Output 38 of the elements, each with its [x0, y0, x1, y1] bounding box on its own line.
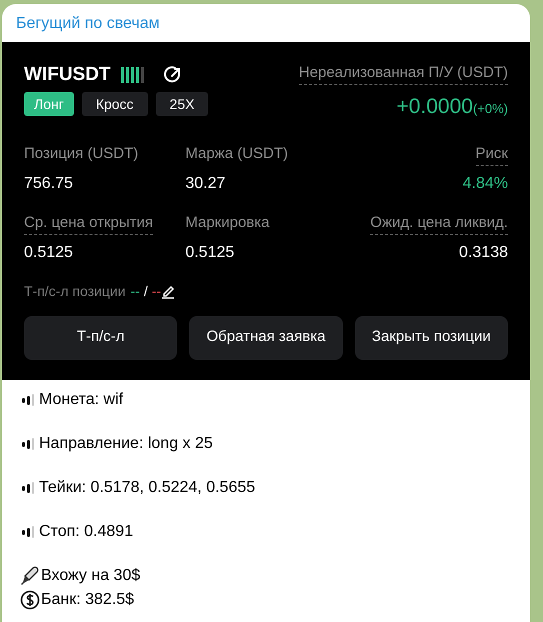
stat-label: Ожид. цена ликвид. — [370, 212, 508, 234]
pnl-value: +0.0000 — [396, 94, 473, 120]
stat-value: 756.75 — [24, 174, 73, 194]
message-line: Монета: wif — [39, 390, 124, 410]
stat-label: Позиция (USDT) — [24, 144, 138, 164]
message-line: Банк: 382.5$ — [41, 590, 134, 610]
action-button[interactable]: Обратная заявка — [189, 316, 343, 360]
action-button[interactable]: Закрыть позиции — [354, 316, 508, 360]
edit-icon[interactable] — [161, 284, 176, 298]
stat-value: 4.84% — [462, 174, 508, 194]
share-icon[interactable] — [162, 65, 183, 85]
tag: 25X — [156, 92, 208, 116]
stat-value: 30.27 — [185, 174, 226, 194]
stat-label: Маржа (USDT) — [185, 144, 288, 164]
stat-value: 0.5125 — [185, 242, 234, 262]
stat-label: Риск — [476, 142, 508, 166]
strength-icon — [120, 67, 147, 83]
message-line: Вхожу на 30$ — [41, 566, 140, 586]
tag: Кросс — [82, 92, 148, 116]
message-line: Тейки: 0.5178, 0.5224, 0.5655 — [39, 478, 256, 498]
action-button[interactable]: Т-п/с-л — [24, 316, 178, 360]
pnl-percent: (+0%) — [472, 100, 508, 118]
channel-name[interactable]: Бегущий по свечам — [16, 14, 160, 34]
stat-label: Маркировка — [185, 212, 270, 232]
stat-value: 0.3138 — [459, 242, 508, 262]
dollar-icon — [20, 590, 40, 610]
message-line: Направление: long x 25 — [39, 434, 213, 454]
pen-icon — [20, 566, 40, 586]
side-tag: Лонг — [24, 92, 74, 116]
take-profit-value: -- — [130, 282, 140, 300]
tpsl-label: Т-п/с-л позиции — [24, 282, 126, 301]
stat-label: Ср. цена открытия — [24, 212, 154, 234]
stat-value: 0.5125 — [24, 242, 73, 262]
pnl-label: Нереализованная П/У (USDT) — [298, 62, 508, 85]
separator: / — [144, 282, 148, 300]
stop-loss-value: -- — [152, 282, 162, 300]
symbol: WIFUSDT — [24, 62, 111, 87]
message-line: Стоп: 0.4891 — [39, 522, 134, 542]
